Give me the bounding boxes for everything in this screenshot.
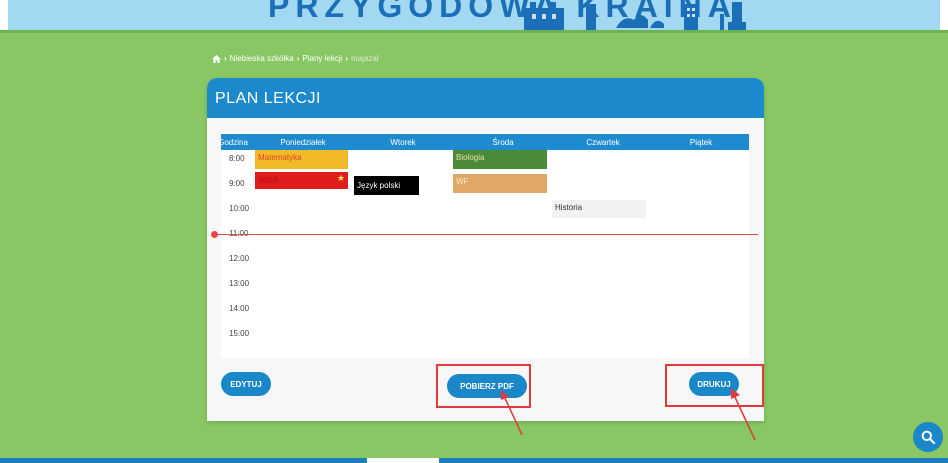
edit-button[interactable]: EDYTUJ bbox=[221, 372, 271, 396]
header-thursday: Czwartek bbox=[586, 138, 620, 147]
top-banner: PRZYGODOWA KRAINA bbox=[0, 0, 948, 30]
lesson-historia[interactable]: Historia bbox=[552, 200, 646, 218]
chevron-right-icon: › bbox=[296, 54, 300, 63]
timetable-grid: 8:00 9:00 10:00 11:00 12:00 13:00 14:00 … bbox=[221, 150, 749, 358]
lesson-jezyk[interactable]: Język ★ bbox=[255, 172, 348, 189]
breadcrumb: › Niebieska szkółka › Plany lekcji › maj… bbox=[212, 54, 379, 63]
lesson-label: Język bbox=[258, 175, 279, 184]
city-skyline-icon bbox=[524, 2, 746, 30]
lesson-label: Historia bbox=[555, 203, 583, 212]
hour-label: 10:00 bbox=[229, 204, 250, 213]
lesson-label: WF bbox=[456, 177, 469, 186]
header-monday: Poniedziałek bbox=[280, 138, 326, 147]
breadcrumb-item-school[interactable]: Niebieska szkółka bbox=[230, 54, 294, 63]
search-button[interactable] bbox=[913, 422, 943, 452]
chevron-right-icon: › bbox=[224, 54, 227, 63]
header-friday: Piątek bbox=[689, 138, 713, 147]
lesson-matematyka[interactable]: Matematyka bbox=[255, 150, 348, 169]
search-icon bbox=[921, 430, 935, 444]
header-wednesday: Środa bbox=[492, 138, 514, 147]
banner-edge-right bbox=[940, 0, 948, 30]
home-icon[interactable] bbox=[212, 54, 221, 63]
chevron-right-icon: › bbox=[345, 54, 349, 63]
timetable-header: Godzina Poniedziałek Wtorek Środa Czwart… bbox=[218, 134, 749, 150]
lesson-jezyk-polski[interactable]: Język polski bbox=[354, 176, 419, 195]
banner-divider bbox=[0, 30, 948, 33]
card-header: PLAN LEKCJI bbox=[207, 78, 764, 118]
header-hour: Godzina bbox=[218, 138, 248, 147]
bottom-bar bbox=[0, 458, 948, 463]
breadcrumb-item-current: majazal bbox=[351, 54, 379, 63]
breadcrumb-item-plans[interactable]: Plany lekcji bbox=[302, 54, 342, 63]
hour-label: 15:00 bbox=[229, 329, 250, 338]
hour-label: 8:00 bbox=[229, 154, 245, 163]
bottom-tab bbox=[367, 458, 439, 463]
hour-label: 13:00 bbox=[229, 279, 250, 288]
lesson-wf[interactable]: WF bbox=[453, 174, 547, 193]
lesson-label: Język polski bbox=[357, 181, 401, 190]
header-tuesday: Wtorek bbox=[390, 138, 416, 147]
current-time-line bbox=[215, 234, 758, 235]
banner-edge-left bbox=[0, 0, 8, 30]
arrow-pointer-icon bbox=[501, 390, 523, 436]
lesson-label: Biologia bbox=[456, 153, 485, 162]
page-title: PLAN LEKCJI bbox=[215, 90, 321, 107]
hour-label: 12:00 bbox=[229, 254, 250, 263]
hour-label: 9:00 bbox=[229, 179, 245, 188]
lesson-label: Matematyka bbox=[258, 153, 302, 162]
star-icon: ★ bbox=[336, 173, 345, 183]
lesson-biologia[interactable]: Biologia bbox=[453, 150, 547, 169]
hour-label: 14:00 bbox=[229, 304, 250, 313]
arrow-pointer-icon bbox=[731, 388, 756, 441]
